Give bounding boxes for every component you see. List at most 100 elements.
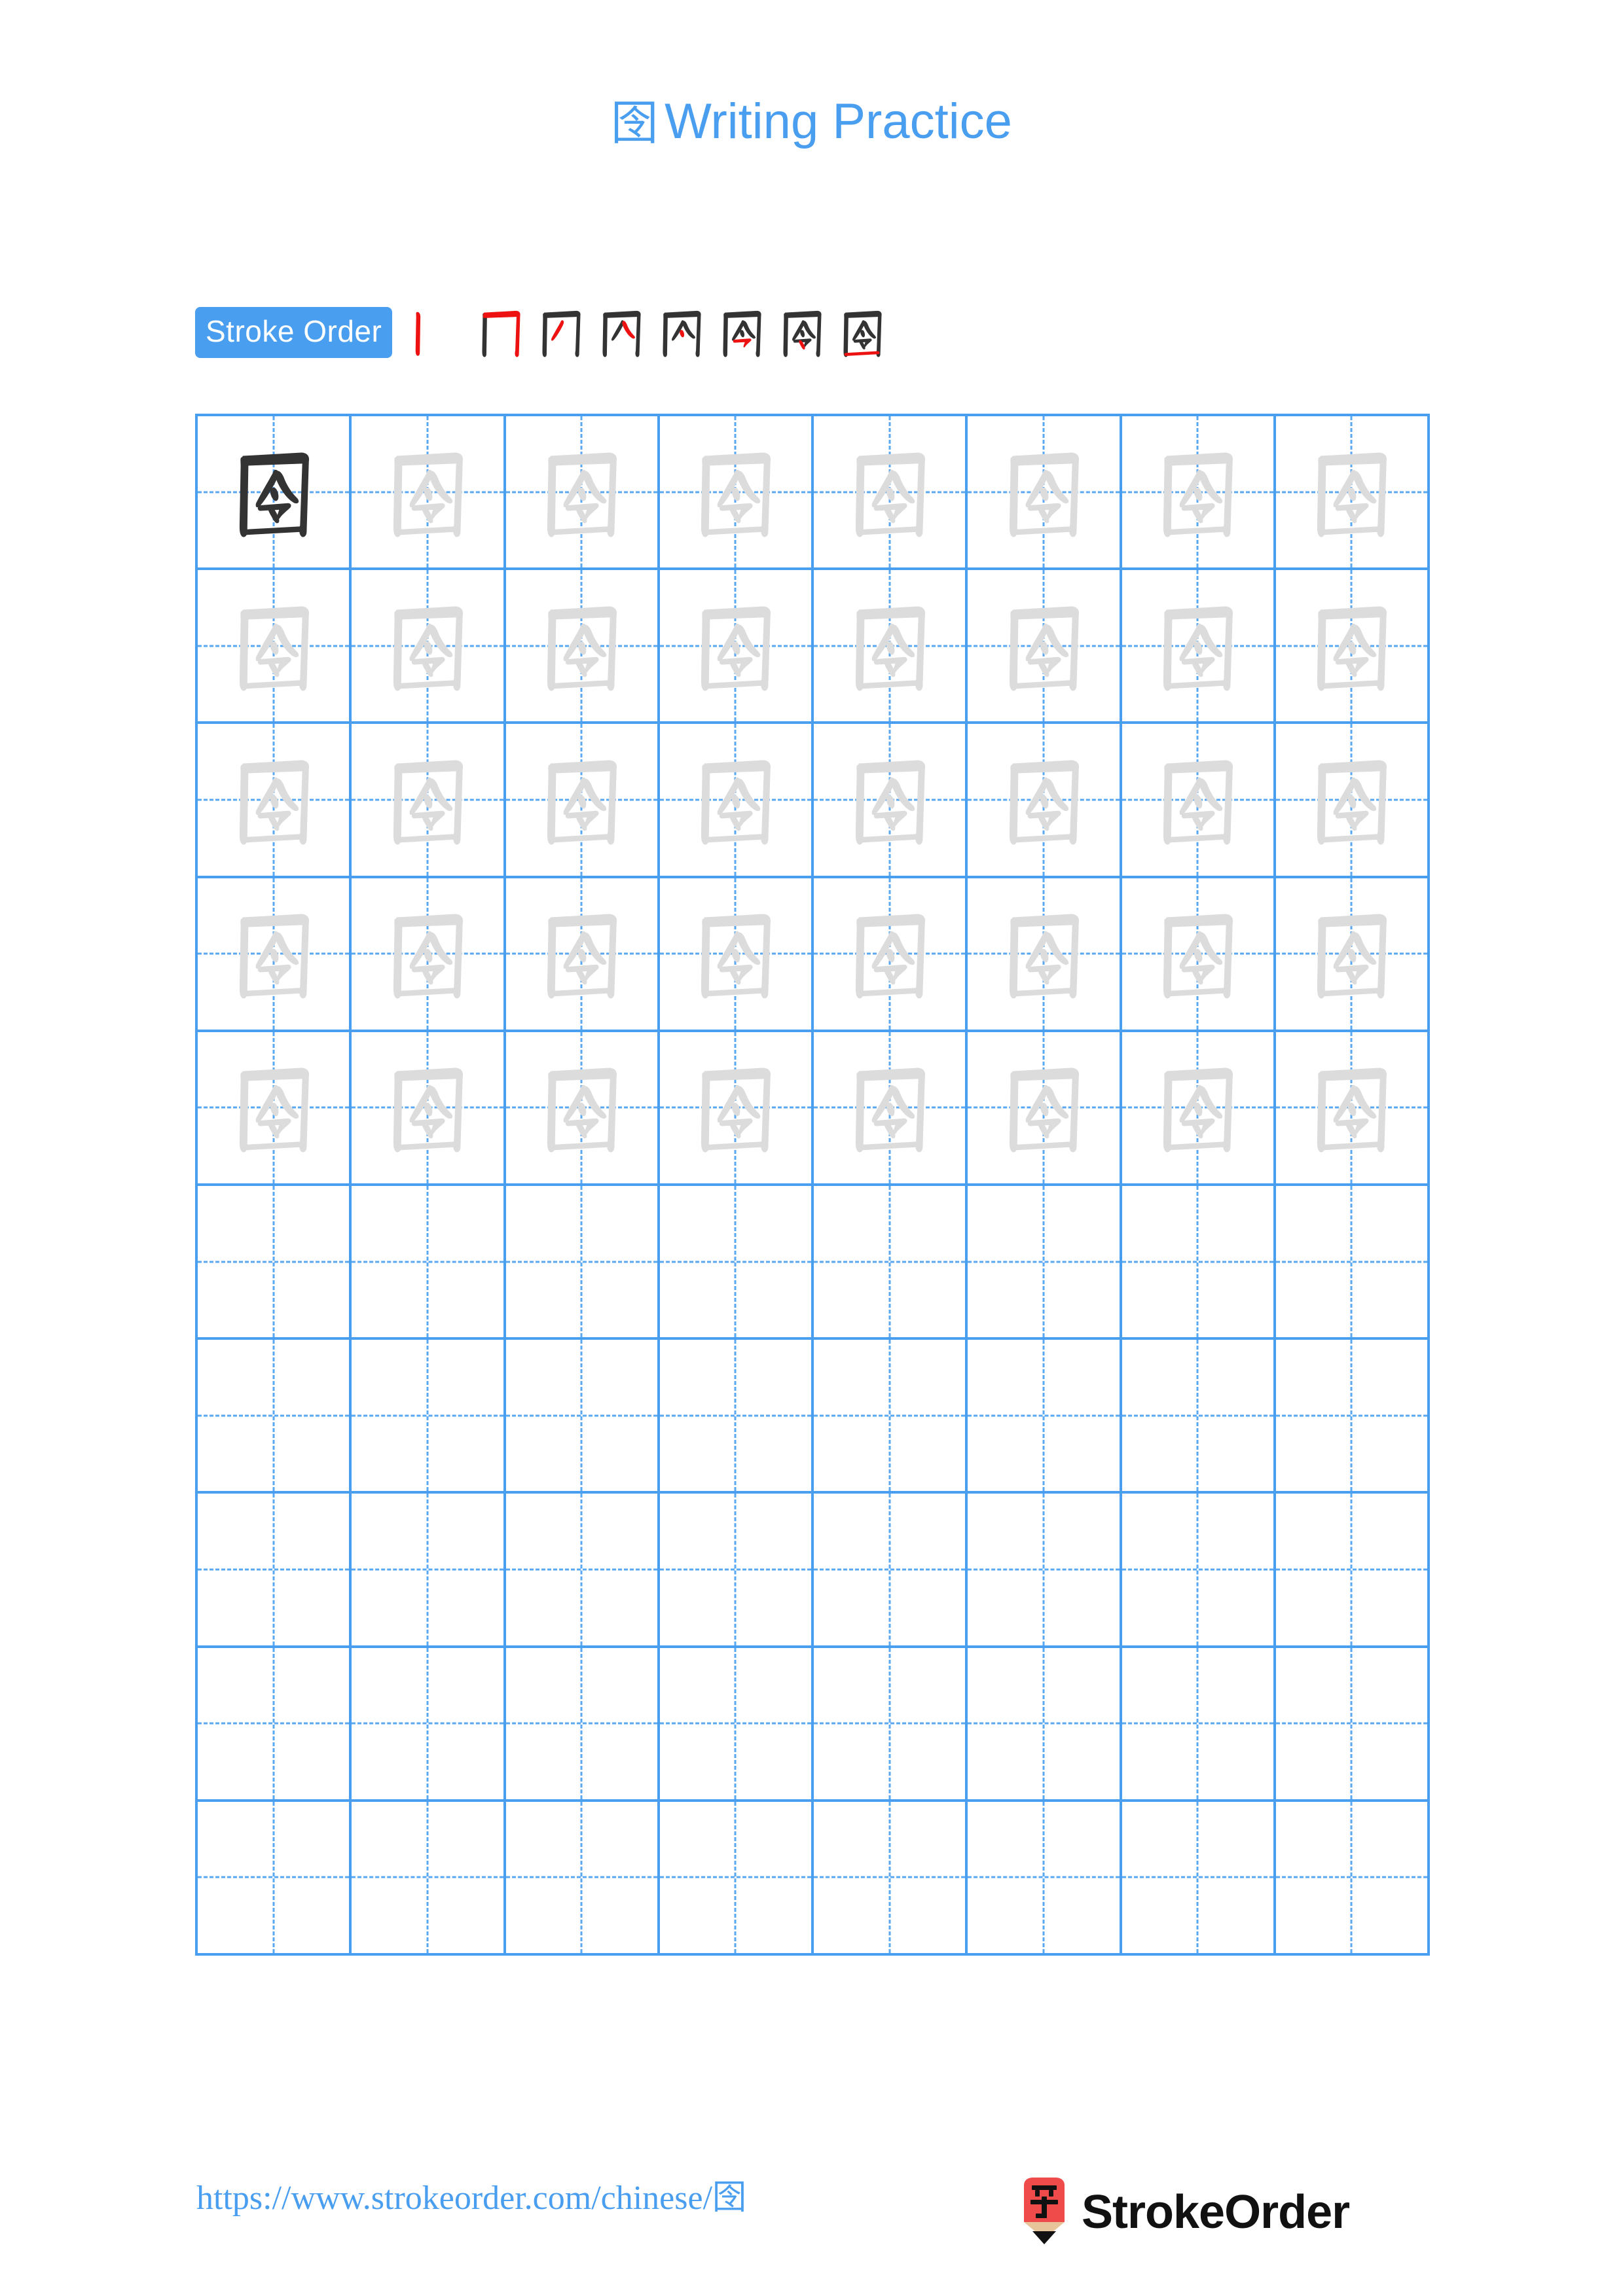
grid-cell[interactable] — [352, 1494, 506, 1648]
grid-cell[interactable] — [814, 1801, 968, 1956]
stroke-step-1 — [399, 302, 459, 363]
trace-character — [506, 724, 657, 875]
grid-cell[interactable] — [1122, 1185, 1276, 1340]
grid-cell[interactable] — [1122, 1031, 1276, 1186]
trace-character — [506, 1032, 657, 1183]
grid-cell[interactable] — [659, 1185, 814, 1340]
grid-cell[interactable] — [659, 1647, 814, 1802]
grid-cell[interactable] — [814, 1340, 968, 1494]
grid-cell[interactable] — [659, 1494, 814, 1648]
grid-cell[interactable] — [1122, 1340, 1276, 1494]
trace-character — [968, 878, 1119, 1030]
grid-cell[interactable] — [198, 1801, 352, 1956]
grid-cell[interactable] — [352, 1185, 506, 1340]
grid-cell[interactable] — [198, 1494, 352, 1648]
source-url-text: https://www.strokeorder.com/chinese/ — [196, 2179, 713, 2217]
grid-cell[interactable] — [814, 724, 968, 878]
grid-cell[interactable] — [505, 1185, 660, 1340]
grid-cell[interactable] — [814, 1494, 968, 1648]
grid-cell[interactable] — [198, 416, 352, 571]
grid-cell[interactable] — [659, 1031, 814, 1186]
grid-cell[interactable] — [505, 1801, 660, 1956]
grid-cell[interactable] — [505, 1647, 660, 1802]
model-character — [198, 416, 349, 567]
grid-cell[interactable] — [968, 878, 1122, 1032]
trace-character — [198, 1032, 349, 1183]
trace-character — [352, 724, 503, 875]
stroke-step-6 — [712, 302, 772, 363]
grid-cell[interactable] — [814, 878, 968, 1032]
grid-cell[interactable] — [1275, 1494, 1430, 1648]
grid-cell[interactable] — [352, 1801, 506, 1956]
page-title: 囹 Writing Practice — [0, 97, 1623, 147]
grid-cell[interactable] — [1122, 1801, 1276, 1956]
grid-cell[interactable] — [814, 1185, 968, 1340]
grid-cell[interactable] — [198, 878, 352, 1032]
grid-cell[interactable] — [505, 1031, 660, 1186]
grid-cell[interactable] — [968, 1801, 1122, 1956]
grid-cell[interactable] — [352, 416, 506, 571]
grid-cell[interactable] — [352, 1031, 506, 1186]
grid-cell[interactable] — [814, 416, 968, 571]
grid-cell[interactable] — [1122, 1647, 1276, 1802]
grid-cell[interactable] — [1122, 724, 1276, 878]
grid-cell[interactable] — [1275, 570, 1430, 725]
grid-cell[interactable] — [814, 1031, 968, 1186]
grid-cell[interactable] — [659, 416, 814, 571]
grid-cell[interactable] — [352, 724, 506, 878]
grid-cell[interactable] — [659, 1340, 814, 1494]
trace-character — [352, 1032, 503, 1183]
grid-cell[interactable] — [505, 878, 660, 1032]
grid-cell[interactable] — [352, 570, 506, 725]
trace-character — [506, 570, 657, 721]
grid-cell[interactable] — [352, 1647, 506, 1802]
grid-cell[interactable] — [968, 1340, 1122, 1494]
grid-cell[interactable] — [1275, 1647, 1430, 1802]
grid-cell[interactable] — [968, 1185, 1122, 1340]
grid-cell[interactable] — [659, 878, 814, 1032]
grid-cell[interactable] — [968, 724, 1122, 878]
grid-cell[interactable] — [1275, 878, 1430, 1032]
grid-cell[interactable] — [659, 570, 814, 725]
trace-character — [1122, 724, 1273, 875]
grid-cell[interactable] — [968, 1647, 1122, 1802]
stroke-order-badge: Stroke Order — [195, 307, 393, 358]
grid-cell[interactable] — [198, 1031, 352, 1186]
grid-cell[interactable] — [1122, 570, 1276, 725]
trace-character — [660, 878, 811, 1030]
grid-cell[interactable] — [1122, 416, 1276, 571]
source-url[interactable]: https://www.strokeorder.com/chinese/囹 — [196, 2181, 746, 2215]
grid-cell[interactable] — [659, 1801, 814, 1956]
grid-cell[interactable] — [1275, 1031, 1430, 1186]
grid-cell[interactable] — [505, 724, 660, 878]
grid-cell[interactable] — [198, 1185, 352, 1340]
grid-cell[interactable] — [198, 1340, 352, 1494]
brand-logo-group[interactable]: StrokeOrder — [1016, 2173, 1350, 2251]
stroke-step-7 — [772, 302, 832, 363]
grid-cell[interactable] — [505, 1340, 660, 1494]
grid-cell[interactable] — [968, 416, 1122, 571]
grid-cell[interactable] — [1275, 1185, 1430, 1340]
grid-cell[interactable] — [505, 570, 660, 725]
grid-cell[interactable] — [968, 570, 1122, 725]
grid-cell[interactable] — [198, 570, 352, 725]
grid-cell[interactable] — [198, 1647, 352, 1802]
grid-cell[interactable] — [814, 1647, 968, 1802]
grid-cell[interactable] — [1122, 1494, 1276, 1648]
grid-cell[interactable] — [659, 724, 814, 878]
grid-cell[interactable] — [505, 1494, 660, 1648]
grid-cell[interactable] — [1275, 1340, 1430, 1494]
grid-cell[interactable] — [1122, 878, 1276, 1032]
grid-cell[interactable] — [814, 570, 968, 725]
grid-cell[interactable] — [352, 878, 506, 1032]
stroke-order-section: Stroke Order — [195, 302, 1432, 363]
grid-cell[interactable] — [968, 1031, 1122, 1186]
grid-cell[interactable] — [1275, 1801, 1430, 1956]
grid-cell[interactable] — [505, 416, 660, 571]
grid-cell[interactable] — [352, 1340, 506, 1494]
trace-character — [1276, 878, 1427, 1030]
grid-cell[interactable] — [1275, 416, 1430, 571]
grid-cell[interactable] — [198, 724, 352, 878]
grid-cell[interactable] — [968, 1494, 1122, 1648]
grid-cell[interactable] — [1275, 724, 1430, 878]
